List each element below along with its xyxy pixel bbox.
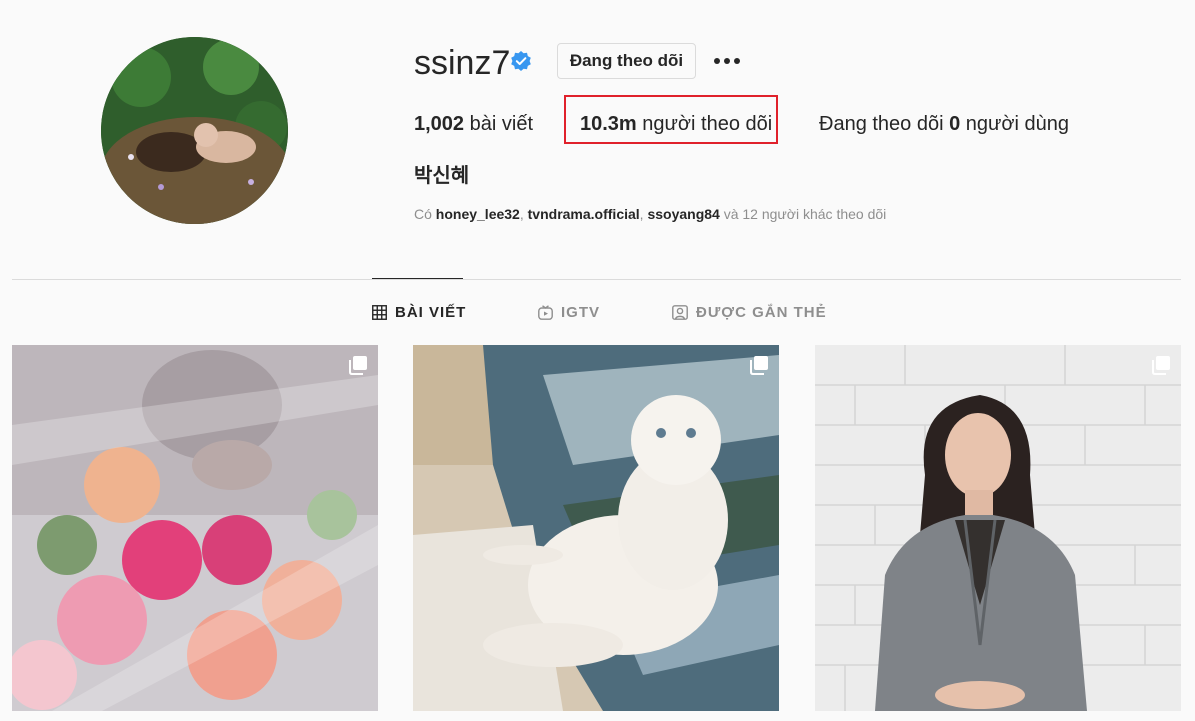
followed-by-account[interactable]: tvndrama.official bbox=[528, 206, 640, 222]
followed-by-text[interactable]: Có honey_lee32, tvndrama.official, ssoya… bbox=[414, 206, 886, 222]
multiple-photos-icon bbox=[349, 356, 367, 375]
tagged-icon bbox=[672, 304, 688, 320]
post-thumbnail[interactable] bbox=[12, 345, 378, 711]
tabs-divider bbox=[12, 279, 1181, 280]
followers-highlight-box bbox=[564, 95, 778, 144]
profile-full-name: 박신혜 bbox=[414, 165, 470, 187]
verified-badge-icon bbox=[511, 51, 531, 71]
tab-igtv[interactable]: IGTV bbox=[538, 302, 600, 322]
posts-count: 1,002 bbox=[414, 113, 465, 135]
following-button[interactable]: Đang theo dõi bbox=[557, 43, 696, 79]
tab-igtv-label: IGTV bbox=[561, 303, 601, 321]
followed-by-suffix: và 12 người khác theo dõi bbox=[723, 206, 887, 222]
following-prefix: Đang theo dõi bbox=[819, 113, 944, 135]
followed-by-account[interactable]: honey_lee32 bbox=[436, 206, 520, 222]
post-thumbnail[interactable] bbox=[413, 345, 779, 711]
post-image bbox=[815, 345, 1181, 711]
post-thumbnail[interactable] bbox=[815, 345, 1181, 711]
profile-avatar[interactable] bbox=[101, 37, 288, 224]
posts-stat: 1,002 bài viết bbox=[414, 111, 533, 137]
profile-username: ssinz7 bbox=[414, 44, 511, 82]
post-image bbox=[12, 345, 378, 711]
posts-label: bài viết bbox=[469, 113, 533, 135]
following-count: 0 bbox=[949, 113, 961, 135]
multiple-photos-icon bbox=[750, 356, 768, 375]
following-label: người dùng bbox=[965, 113, 1070, 135]
igtv-icon bbox=[538, 304, 553, 320]
post-image bbox=[413, 345, 779, 711]
multiple-photos-icon bbox=[1152, 356, 1170, 375]
active-tab-indicator bbox=[372, 278, 463, 279]
tab-posts-label: BÀI VIẾT bbox=[395, 303, 467, 321]
grid-icon bbox=[372, 304, 387, 320]
tab-tagged-label: ĐƯỢC GẮN THẺ bbox=[696, 303, 827, 321]
following-stat[interactable]: Đang theo dõi 0 người dùng bbox=[819, 111, 1069, 137]
tab-tagged[interactable]: ĐƯỢC GẮN THẺ bbox=[672, 302, 827, 322]
followed-by-prefix: Có bbox=[414, 206, 432, 222]
tab-posts[interactable]: BÀI VIẾT bbox=[372, 302, 466, 322]
followed-by-account[interactable]: ssoyang84 bbox=[647, 206, 719, 222]
more-options-icon[interactable] bbox=[710, 48, 744, 74]
